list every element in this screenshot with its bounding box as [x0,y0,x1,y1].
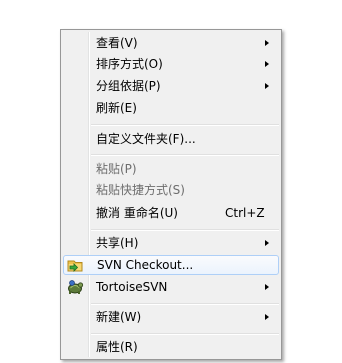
menu-separator [91,303,279,305]
menu-item-svn-checkout[interactable]: SVN Checkout... [63,255,279,275]
menu-item-new[interactable]: 新建(W) [63,307,279,327]
menu-item-view[interactable]: 查看(V) [63,33,279,53]
menu-item-paste-shortcut: 粘贴快捷方式(S) [63,180,279,200]
menu-item-tortoisesvn[interactable]: TortoiseSVN [63,277,279,297]
menu-item-share[interactable]: 共享(H) [63,233,279,253]
menu-item-label: 分组依据(P) [96,79,161,93]
menu-item-properties[interactable]: 属性(R) [63,337,279,357]
menu-item-label: 属性(R) [96,340,138,354]
context-menu: 查看(V) 排序方式(O) 分组依据(P) 刷新(E) 自定义文件夹(F)...… [60,29,282,360]
svn-checkout-icon [67,260,83,272]
menu-item-group-by[interactable]: 分组依据(P) [63,76,279,96]
menu-separator [91,124,279,126]
menu-item-refresh[interactable]: 刷新(E) [63,98,279,118]
menu-separator [91,229,279,231]
menu-separator [91,154,279,156]
menu-item-label: 撤消 重命名(U) [96,206,178,220]
submenu-arrow-icon [265,284,269,290]
menu-item-customize-folder[interactable]: 自定义文件夹(F)... [63,129,279,149]
submenu-arrow-icon [265,40,269,46]
menu-item-label: 自定义文件夹(F)... [96,132,196,146]
menu-item-label: 新建(W) [96,310,142,324]
menu-item-undo-rename[interactable]: 撤消 重命名(U) Ctrl+Z [63,203,279,223]
menu-separator [91,333,279,335]
menu-item-sort-by[interactable]: 排序方式(O) [63,54,279,74]
menu-item-paste: 粘贴(P) [63,159,279,179]
submenu-arrow-icon [265,61,269,67]
menu-item-label: 粘贴(P) [96,162,137,176]
menu-item-label: SVN Checkout... [97,258,194,272]
menu-item-label: 粘贴快捷方式(S) [96,183,185,197]
menu-item-label: 刷新(E) [96,101,137,115]
submenu-arrow-icon [265,240,269,246]
menu-item-label: 排序方式(O) [96,57,163,71]
menu-item-label: 查看(V) [96,36,138,50]
submenu-arrow-icon [265,83,269,89]
menu-item-shortcut: Ctrl+Z [225,206,265,220]
menu-item-label: TortoiseSVN [96,280,168,294]
menu-item-label: 共享(H) [96,236,139,250]
tortoisesvn-icon [68,280,84,294]
submenu-arrow-icon [265,314,269,320]
